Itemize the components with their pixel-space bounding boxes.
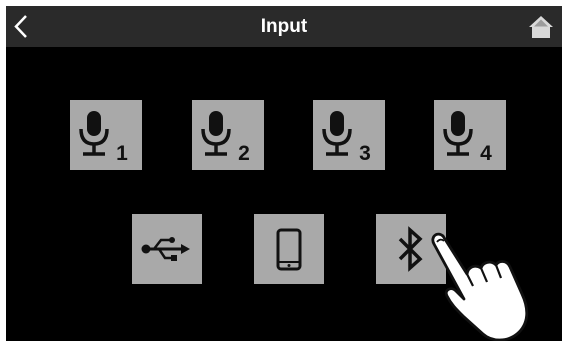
mic-input-3-button[interactable]: 3 <box>313 100 385 170</box>
usb-icon <box>141 237 190 261</box>
hand-pointer-icon <box>431 232 529 341</box>
mic-number-label: 4 <box>480 142 492 165</box>
microphone-icon: 1 <box>79 111 128 165</box>
microphone-icon: 2 <box>201 111 250 165</box>
smartphone-input-button[interactable] <box>254 214 324 284</box>
smartphone-icon <box>276 228 302 271</box>
page-title: Input <box>260 16 308 37</box>
usb-input-button[interactable] <box>132 214 202 284</box>
mic-number-label: 3 <box>359 142 371 165</box>
mic-number-label: 1 <box>116 142 128 165</box>
microphone-icon: 3 <box>322 111 371 165</box>
microphone-icon: 4 <box>443 111 492 165</box>
header-bar: Input <box>6 6 562 47</box>
device-screen: Input 1 2 3 4 <box>6 6 562 341</box>
home-button[interactable] <box>524 10 558 43</box>
home-icon <box>529 16 553 38</box>
mic-input-2-button[interactable]: 2 <box>192 100 264 170</box>
mic-input-1-button[interactable]: 1 <box>70 100 142 170</box>
mic-number-label: 2 <box>238 142 250 165</box>
mic-input-4-button[interactable]: 4 <box>434 100 506 170</box>
